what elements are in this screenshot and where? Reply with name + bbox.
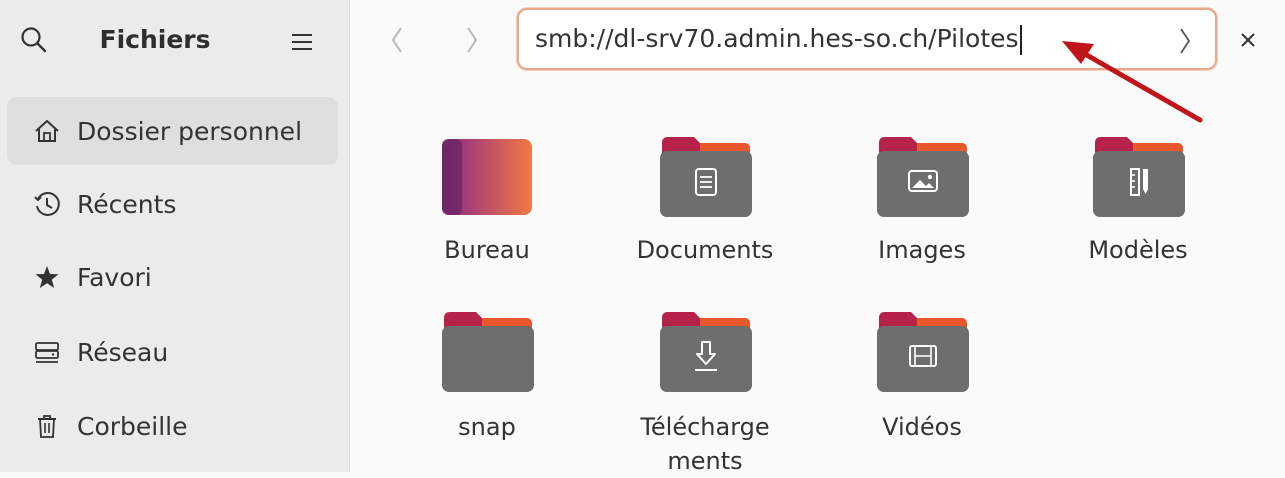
sidebar-item-recent[interactable]: Récents bbox=[7, 170, 338, 238]
sidebar-item-label: Réseau bbox=[77, 337, 169, 367]
videos-folder-icon bbox=[877, 312, 969, 392]
close-icon bbox=[1239, 31, 1257, 53]
pictures-folder-icon bbox=[877, 137, 969, 217]
home-icon bbox=[31, 115, 63, 147]
folder-name: snap bbox=[458, 413, 516, 441]
location-path-text[interactable]: smb://dl-srv70.admin.hes-so.ch/Pilotes bbox=[535, 24, 1022, 55]
sidebar: Fichiers Dossier personnel Récents Favor… bbox=[0, 0, 350, 472]
folder-name: Vidéos bbox=[882, 413, 962, 441]
folder-name: Bureau bbox=[444, 236, 530, 264]
chevron-left-icon bbox=[387, 25, 407, 59]
clock-icon bbox=[31, 188, 63, 220]
sidebar-item-label: Dossier personnel bbox=[77, 116, 303, 146]
downloads-folder-icon bbox=[660, 312, 752, 392]
templates-folder-icon bbox=[1093, 137, 1185, 217]
folder-icon bbox=[442, 312, 534, 392]
sidebar-item-network[interactable]: Réseau bbox=[7, 318, 338, 386]
network-drive-icon bbox=[31, 336, 63, 368]
sidebar-item-trash[interactable]: Corbeille bbox=[7, 392, 338, 460]
folder-grid: Bureau Documents Images Modèles snap Tél… bbox=[350, 82, 1285, 475]
search-icon[interactable] bbox=[18, 24, 50, 56]
sidebar-item-label: Favori bbox=[77, 262, 152, 292]
chevron-right-icon bbox=[462, 25, 482, 59]
folder-name: Télécharge ments bbox=[640, 413, 770, 475]
documents-folder-icon bbox=[660, 137, 752, 217]
folder-name: Modèles bbox=[1088, 236, 1188, 264]
sidebar-item-starred[interactable]: Favori bbox=[7, 243, 338, 311]
text-cursor bbox=[1019, 25, 1022, 55]
folder-name: Documents bbox=[636, 236, 774, 264]
star-icon bbox=[31, 261, 63, 293]
folder-name: Images bbox=[878, 236, 966, 264]
back-button[interactable] bbox=[377, 22, 417, 62]
sidebar-header: Fichiers bbox=[0, 0, 350, 82]
sidebar-item-home[interactable]: Dossier personnel bbox=[7, 97, 338, 165]
location-path-value: smb://dl-srv70.admin.hes-so.ch/Pilotes bbox=[535, 24, 1019, 53]
hamburger-menu-icon[interactable] bbox=[288, 28, 316, 56]
app-title: Fichiers bbox=[99, 25, 211, 54]
sidebar-item-label: Récents bbox=[77, 189, 177, 219]
forward-button[interactable] bbox=[452, 22, 492, 62]
desktop-folder-icon bbox=[442, 139, 532, 215]
close-location-button[interactable] bbox=[1228, 22, 1268, 62]
trash-icon bbox=[31, 410, 63, 442]
sidebar-item-label: Corbeille bbox=[77, 411, 188, 441]
